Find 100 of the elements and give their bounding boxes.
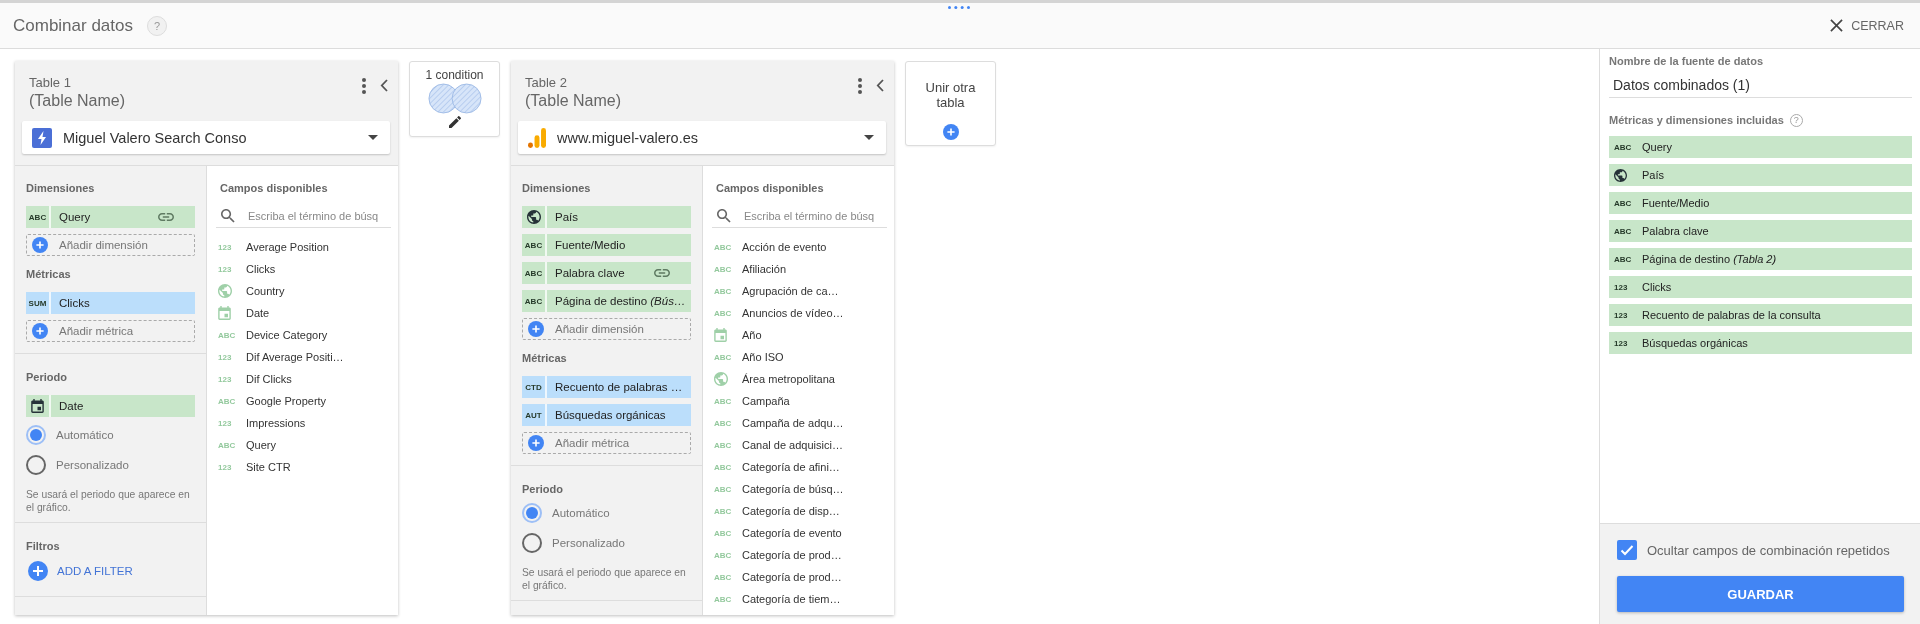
field-name[interactable]: Año xyxy=(742,329,762,341)
included-field[interactable]: 123 Búsquedas orgánicas xyxy=(1609,332,1912,354)
field-name[interactable]: Dif Clicks xyxy=(246,373,292,385)
field-name[interactable]: Categoría de tiem… xyxy=(742,593,841,605)
included-field[interactable]: País xyxy=(1609,164,1912,186)
field-name[interactable]: Campaña de adqu… xyxy=(742,417,844,429)
metric-chip[interactable]: SUM Clicks xyxy=(26,292,195,314)
option-label[interactable]: Automático xyxy=(552,507,610,519)
chevron-left-icon[interactable] xyxy=(380,79,388,92)
date-chip[interactable]: Date xyxy=(26,395,195,417)
included-field[interactable]: ABC Página de destino (Tabla 2) xyxy=(1609,248,1912,270)
chevron-left-icon[interactable] xyxy=(876,79,884,92)
more-options-icon[interactable] xyxy=(362,78,366,94)
type-tag: ABC xyxy=(714,528,732,538)
type-tag: 123 xyxy=(1614,338,1628,348)
dimension-chip[interactable]: ABC Fuente/Medio xyxy=(522,234,691,256)
field-name[interactable]: Año ISO xyxy=(742,351,784,363)
add-filter-button[interactable]: ADD A FILTER xyxy=(26,560,133,582)
radio-button[interactable] xyxy=(26,425,46,445)
included-field[interactable]: 123 Recuento de palabras de la consulta xyxy=(1609,304,1912,326)
checkbox[interactable] xyxy=(1617,540,1637,560)
radio-button[interactable] xyxy=(522,503,542,523)
field-name[interactable]: Query xyxy=(246,439,276,451)
close-icon xyxy=(1830,19,1844,32)
calendar-icon xyxy=(714,328,727,342)
add-metric-button[interactable]: Añadir métrica xyxy=(26,320,195,342)
option-label[interactable]: Automático xyxy=(56,429,114,441)
link-icon[interactable] xyxy=(654,269,670,277)
field-name[interactable]: Categoría de evento xyxy=(742,527,842,539)
pencil-icon xyxy=(448,116,461,128)
radio-button[interactable] xyxy=(522,533,542,553)
lightning-icon xyxy=(32,127,52,148)
field-name[interactable]: Categoría de prod… xyxy=(742,549,842,561)
field-name[interactable]: Average Position xyxy=(246,241,329,253)
field-name[interactable]: Acción de evento xyxy=(742,241,827,253)
drag-handle-icon[interactable] xyxy=(948,6,970,9)
field-name[interactable]: Categoría de afini… xyxy=(742,461,840,473)
field-name[interactable]: Country xyxy=(246,285,285,297)
included-field[interactable]: 123 Clicks xyxy=(1609,276,1912,298)
metric-chip[interactable]: AUT Búsquedas orgánicas xyxy=(522,404,691,426)
link-icon[interactable] xyxy=(158,213,174,221)
type-tag: ABC xyxy=(1614,254,1632,264)
option-label[interactable]: Personalizado xyxy=(56,459,129,471)
included-field[interactable]: ABC Query xyxy=(1609,136,1912,158)
type-tag: ABC xyxy=(28,212,47,222)
field-name[interactable]: Campaña xyxy=(742,395,790,407)
search-field[interactable]: Escriba el término de búsq xyxy=(248,207,391,225)
metric-chip[interactable]: CTD Recuento de palabras … xyxy=(522,376,691,398)
type-tag: SUM xyxy=(28,298,47,308)
field-name[interactable]: Clicks xyxy=(246,263,276,275)
add-metric-button[interactable]: Añadir métrica xyxy=(522,432,691,454)
add-dimension-button[interactable]: Añadir dimensión xyxy=(522,318,691,340)
option-label[interactable]: Personalizado xyxy=(552,537,625,549)
plus-icon xyxy=(32,323,48,339)
field-name[interactable]: Google Property xyxy=(246,395,327,407)
table-name[interactable]: (Table Name) xyxy=(29,91,126,111)
radio-button[interactable] xyxy=(26,455,46,475)
field-name[interactable]: Site CTR xyxy=(246,461,291,473)
field-name[interactable]: Área metropolitana xyxy=(742,373,835,385)
field-name[interactable]: Impressions xyxy=(246,417,306,429)
dimension-chip[interactable]: ABC Palabra clave xyxy=(522,262,691,284)
join-table-button[interactable]: Unir otra tabla xyxy=(905,61,996,146)
name-field[interactable]: Datos combinados (1) xyxy=(1609,72,1912,98)
dimension-chip[interactable]: ABC Página de destino (Bús… xyxy=(522,290,691,312)
field-name[interactable]: Categoría de prod… xyxy=(742,571,842,583)
data-source-dropdown[interactable]: Miguel Valero Search Conso xyxy=(22,121,390,154)
plus-icon xyxy=(528,435,544,451)
type-tag: ABC xyxy=(714,462,732,472)
type-tag: ABC xyxy=(714,572,732,582)
field-name[interactable]: Date xyxy=(246,307,270,319)
save-button[interactable]: GUARDAR xyxy=(1617,576,1904,612)
dimension-chip[interactable]: País xyxy=(522,206,691,228)
add-dimension-button[interactable]: Añadir dimensión xyxy=(26,234,195,256)
venn-diagram-icon xyxy=(427,83,482,114)
field-name[interactable]: Agrupación de ca… xyxy=(742,285,839,297)
included-field[interactable]: ABC Palabra clave xyxy=(1609,220,1912,242)
type-tag: ABC xyxy=(524,296,543,306)
table-label: Table 2 xyxy=(525,75,567,91)
dialog-title: Combinar datos xyxy=(13,15,133,36)
checkbox-label[interactable]: Ocultar campos de combinación repetidos xyxy=(1647,542,1890,558)
field-name[interactable]: Afiliación xyxy=(742,263,787,275)
table-name[interactable]: (Table Name) xyxy=(525,91,622,111)
type-tag: 123 xyxy=(1614,282,1628,292)
field-name: Palabra clave xyxy=(1642,225,1709,237)
field-name[interactable]: Canal de adquisici… xyxy=(742,439,843,451)
search-field[interactable]: Escriba el término de búsq xyxy=(744,207,887,225)
close-button[interactable]: CERRAR xyxy=(1830,18,1904,33)
field-name[interactable]: Device Category xyxy=(246,329,328,341)
dimension-chip[interactable]: ABC Query xyxy=(26,206,195,228)
more-options-icon[interactable] xyxy=(858,78,862,94)
type-tag: 123 xyxy=(218,418,232,428)
included-field[interactable]: ABC Fuente/Medio xyxy=(1609,192,1912,214)
field-name[interactable]: Anuncios de vídeo… xyxy=(742,307,844,319)
type-tag: CTD xyxy=(525,382,542,392)
field-name[interactable]: Categoría de búsq… xyxy=(742,483,844,495)
field-name[interactable]: Dif Average Positi… xyxy=(246,351,344,363)
join-condition-button[interactable]: 1 condition xyxy=(409,61,500,137)
field-name[interactable]: Categoría de disp… xyxy=(742,505,840,517)
data-source-dropdown[interactable]: www.miguel-valero.es xyxy=(518,121,886,154)
type-tag: ABC xyxy=(714,484,732,494)
